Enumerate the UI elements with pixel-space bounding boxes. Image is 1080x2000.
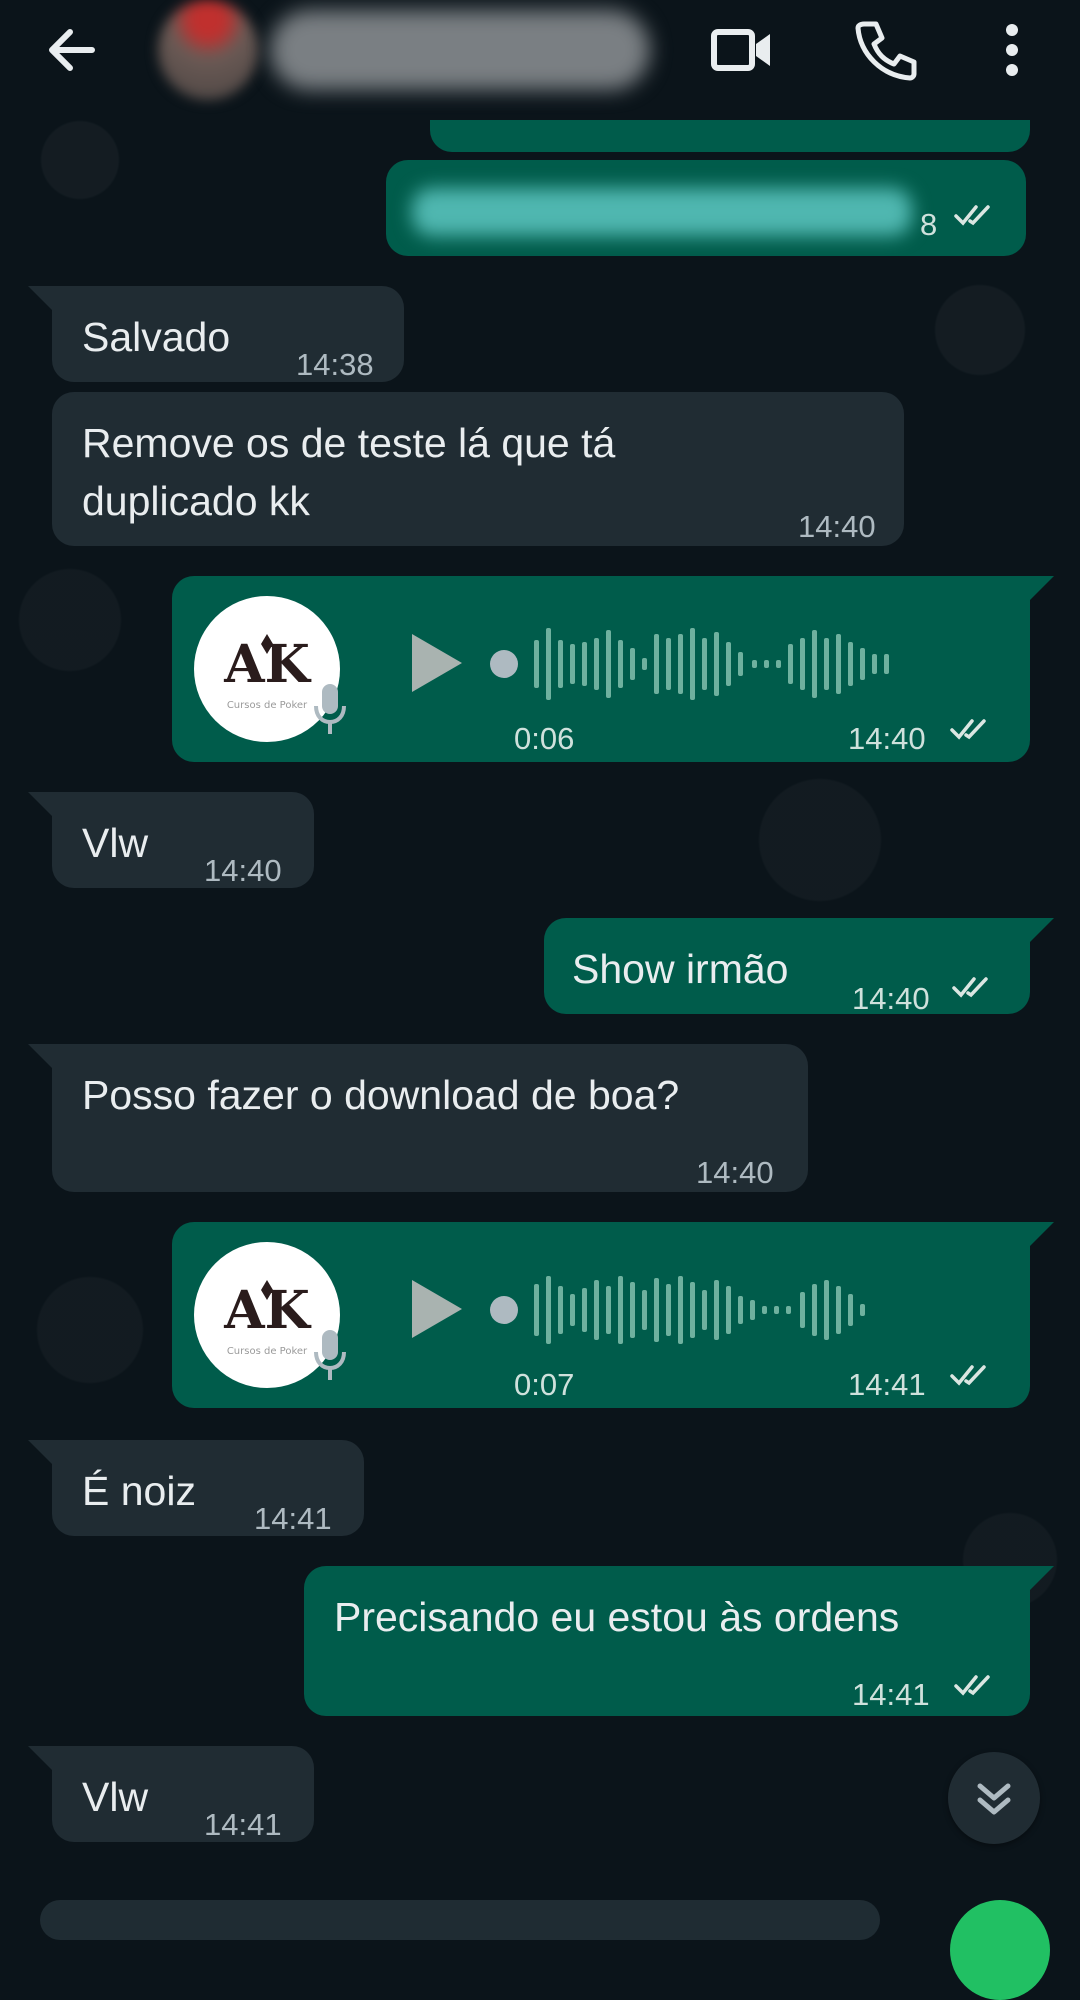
message-composer[interactable] [40,1900,880,1940]
message-time: 14:41 [204,1807,282,1842]
chat-header [0,0,1080,120]
message-bubble-incoming[interactable]: É noiz 14:41 [28,1440,364,1536]
contact-avatar[interactable] [158,0,258,100]
play-button[interactable] [404,1274,468,1344]
voice-duration: 0:07 [514,1367,575,1402]
message-time: 14:41 [848,1367,926,1402]
microphone-icon [314,1330,346,1380]
message-bubble-outgoing[interactable]: Precisando eu estou às ordens 14:41 [304,1566,1054,1716]
message-time: 14:40 [848,721,926,756]
message-text: Posso fazer o download de boa? [82,1072,680,1118]
voice-message-bubble[interactable]: AK Cursos de Poker [172,576,1054,762]
message-time: 14:41 [852,1677,930,1712]
audio-waveform[interactable] [490,1270,960,1350]
message-bubble-incoming[interactable]: Remove os de teste lá que tá duplicado k… [52,392,904,546]
message-bubble-incoming[interactable]: Salvado 14:38 [28,286,404,382]
message-text: Vlw [82,820,149,866]
read-ticks-icon [954,1675,990,1696]
play-icon [412,1280,462,1338]
arrow-left-icon [49,29,95,71]
scroll-to-bottom-button[interactable] [948,1752,1040,1844]
message-bubble-outgoing[interactable]: Show irmão 14:40 [544,918,1054,1016]
svg-text:Cursos de Poker: Cursos de Poker [227,700,308,711]
video-camera-icon [711,29,770,71]
message-text-line-2: duplicado kk [82,478,310,524]
read-ticks-icon [954,205,990,226]
message-text: É noiz [82,1468,196,1514]
voice-duration: 0:06 [514,721,575,756]
message-time: 14:41 [254,1501,332,1536]
read-ticks-icon [950,1365,986,1386]
more-vertical-icon [1006,24,1018,76]
back-button[interactable] [40,18,104,82]
message-bubble-outgoing[interactable]: 8 [386,160,1026,256]
message-time: 14:40 [798,509,876,544]
audio-waveform[interactable] [490,624,960,704]
message-bubble-incoming[interactable]: Vlw 14:41 [28,1746,314,1842]
video-call-button[interactable] [706,14,778,86]
menu-button[interactable] [992,14,1032,86]
message-bubble-incoming[interactable]: Posso fazer o download de boa? 14:40 [28,1044,808,1192]
double-chevron-down-icon [977,1783,1011,1815]
message-time: 14:38 [296,347,374,382]
phone-icon [855,21,917,81]
svg-text:Cursos de Poker: Cursos de Poker [227,1346,308,1357]
message-bubble-incoming[interactable]: Vlw 14:40 [28,792,314,888]
voice-call-button[interactable] [850,14,922,86]
play-icon [412,634,462,692]
read-ticks-icon [950,719,986,740]
voice-message-bubble[interactable]: AK Cursos de Poker [172,1222,1054,1408]
contact-name-blurred[interactable] [270,10,650,90]
play-button[interactable] [404,628,468,698]
message-time-fragment: 8 [920,207,938,242]
message-time: 14:40 [696,1155,774,1190]
read-ticks-icon [952,977,988,998]
message-text: Vlw [82,1774,149,1820]
mic-send-button[interactable] [950,1900,1050,2000]
message-text: Precisando eu estou às ordens [334,1594,900,1640]
message-time: 14:40 [204,853,282,888]
message-text: Show irmão [572,946,789,992]
microphone-icon [314,684,346,734]
message-time: 14:40 [852,981,930,1016]
message-text-line-1: Remove os de teste lá que tá [82,420,616,466]
message-text: Salvado [82,314,231,360]
blurred-message-text [412,188,912,236]
